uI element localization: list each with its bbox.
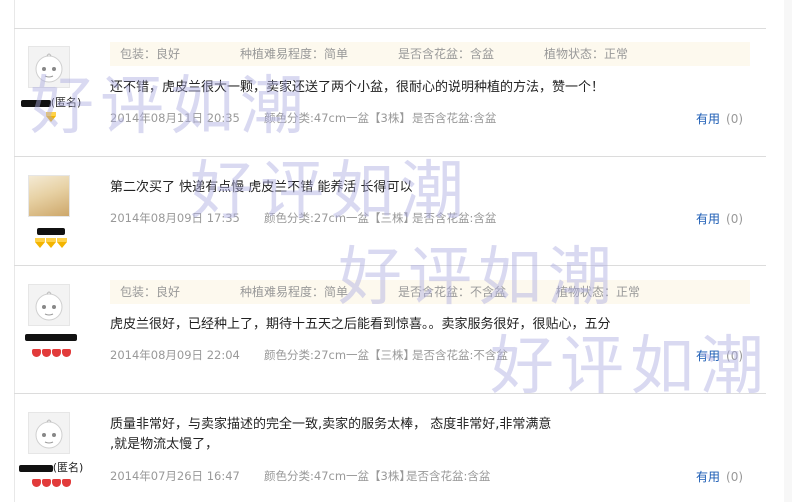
gem-icon	[57, 238, 67, 248]
username[interactable]	[16, 224, 86, 237]
attr-difficulty: 种植难易程度：简单	[240, 47, 349, 61]
heart-icon	[31, 349, 41, 357]
attr-difficulty: 种植难易程度：简单	[240, 285, 349, 299]
default-avatar-icon[interactable]	[28, 284, 70, 326]
useful-count: (0)	[726, 112, 744, 126]
heart-icon	[61, 349, 71, 357]
masked-name	[25, 333, 77, 341]
scrollbar-track[interactable]	[784, 0, 792, 502]
review-pot: 是否含花盆:含盆	[412, 111, 497, 125]
useful-vote: 有用 (0)	[696, 110, 743, 127]
divider	[14, 265, 766, 266]
review-content: 第二次买了 快递有点慢 虎皮兰不错 能养活 长得可以	[110, 180, 413, 195]
useful-vote: 有用 (0)	[696, 347, 743, 364]
review-date: 2014年08月09日 17:35	[110, 211, 240, 225]
useful-count: (0)	[726, 212, 744, 226]
gem-icon	[35, 238, 45, 248]
useful-button[interactable]: 有用	[696, 112, 720, 126]
user-photo-avatar[interactable]	[28, 175, 70, 217]
review-content-line: ,就是物流太慢了，	[110, 437, 219, 452]
default-avatar-icon[interactable]	[28, 46, 70, 88]
attr-pot: 是否含花盆：不含盆	[398, 285, 507, 299]
buyer-level-badge	[16, 348, 86, 358]
review-date: 2014年08月11日 20:35	[110, 111, 240, 125]
review-spec: 颜色分类:27cm一盆【三株】	[264, 211, 416, 225]
useful-button[interactable]: 有用	[696, 470, 720, 484]
review-attributes: 包装：良好 种植难易程度：简单 是否含花盆：不含盆 植物状态：正常	[110, 280, 750, 304]
scrollbar[interactable]	[766, 0, 812, 502]
review-pot: 是否含花盆:不含盆	[412, 348, 508, 362]
heart-icon	[41, 349, 51, 357]
default-avatar-icon[interactable]	[28, 412, 70, 454]
review-content: 还不错，虎皮兰很大一颗，卖家还送了两个小盆，很耐心的说明种植的方法，赞一个！	[110, 80, 605, 95]
useful-vote: 有用 (0)	[696, 468, 743, 485]
useful-vote: 有用 (0)	[696, 210, 743, 227]
review-pot: 是否含花盆:含盆	[406, 469, 491, 483]
username[interactable]: (匿名)	[16, 94, 86, 110]
review-content: 质量非常好，与卖家描述的完全一致,卖家的服务太棒， 态度非常好,非常满意 ,就是…	[110, 415, 710, 455]
masked-name	[20, 99, 51, 107]
review-pot: 是否含花盆:含盆	[412, 211, 497, 225]
heart-icon	[31, 479, 41, 487]
review-date: 2014年08月09日 22:04	[110, 348, 240, 362]
attr-packaging: 包装：良好	[120, 285, 181, 299]
buyer-level-badge	[16, 478, 86, 488]
review-content-line: 质量非常好，与卖家描述的完全一致,卖家的服务太棒， 态度非常好,非常满意	[110, 417, 552, 432]
attr-status: 植物状态：正常	[556, 285, 641, 299]
useful-button[interactable]: 有用	[696, 212, 720, 226]
gem-icon	[46, 238, 56, 248]
username[interactable]: (匿名)	[16, 459, 86, 475]
username[interactable]	[16, 330, 86, 343]
heart-icon	[51, 479, 61, 487]
heart-icon	[61, 479, 71, 487]
heart-icon	[51, 349, 61, 357]
review-spec: 颜色分类:27cm一盆【三株】	[264, 348, 416, 362]
divider	[14, 28, 766, 29]
review-spec: 颜色分类:47cm一盆【3株】	[264, 111, 411, 125]
useful-button[interactable]: 有用	[696, 349, 720, 363]
review-spec: 颜色分类:47cm一盆【3株】	[264, 469, 411, 483]
attr-pot: 是否含花盆：含盆	[398, 47, 495, 61]
buyer-level-badge	[16, 238, 86, 249]
masked-name	[37, 227, 65, 235]
review-date: 2014年07月26日 16:47	[110, 469, 240, 483]
attr-status: 植物状态：正常	[544, 47, 629, 61]
divider	[14, 156, 766, 157]
useful-count: (0)	[726, 349, 744, 363]
buyer-level-badge	[16, 112, 86, 123]
masked-name	[18, 464, 53, 472]
review-content: 虎皮兰很好，已经种上了，期待十五天之后能看到惊喜。。卖家服务很好，很贴心，五分	[110, 317, 611, 332]
useful-count: (0)	[726, 470, 744, 484]
gem-icon	[46, 112, 56, 122]
heart-icon	[41, 479, 51, 487]
review-attributes: 包装：良好 种植难易程度：简单 是否含花盆：含盆 植物状态：正常	[110, 42, 750, 66]
attr-packaging: 包装：良好	[120, 47, 181, 61]
divider	[14, 393, 766, 394]
